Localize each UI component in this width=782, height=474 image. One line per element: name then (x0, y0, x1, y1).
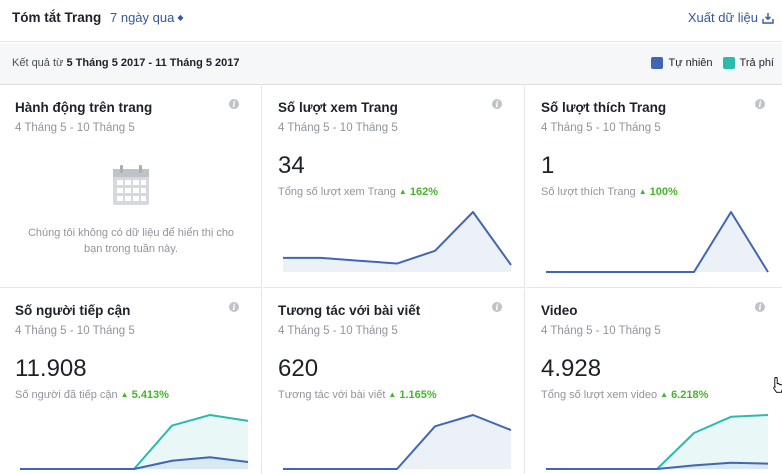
metric-value: 1 (541, 152, 555, 179)
paid-area (546, 415, 768, 469)
calendar-icon (113, 165, 149, 205)
sparkline-chart (546, 211, 769, 273)
paid-swatch (722, 57, 735, 69)
sparkline-chart (20, 414, 249, 470)
legend-organic-label: Tự nhiên (668, 57, 713, 69)
metric-value: 620 (278, 355, 319, 382)
change-value: 5.413% (131, 389, 169, 401)
card-page-actions[interactable]: Hành động trên trang i 4 Tháng 5 - 10 Th… (0, 86, 262, 288)
export-data-link[interactable]: Xuất dữ liệu (688, 10, 774, 25)
organic-area (546, 212, 768, 272)
insights-grid: Hành động trên trang i 4 Tháng 5 - 10 Th… (0, 86, 782, 474)
card-title: Tương tác với bài viết (278, 303, 421, 318)
sparkline-chart (283, 211, 512, 272)
card-title: Hành động trên trang (15, 100, 153, 115)
card-date: 4 Tháng 5 - 10 Tháng 5 (278, 122, 398, 134)
up-arrow-icon: ▲ (638, 187, 647, 196)
change-value: 162% (409, 186, 439, 198)
result-dates: 5 Tháng 5 2017 - 11 Tháng 5 2017 (66, 57, 240, 69)
date-range-dropdown[interactable]: 7 ngày qua ◆ (110, 10, 184, 25)
card-page-views[interactable]: Số lượt xem Trang i 4 Tháng 5 - 10 Tháng… (263, 86, 525, 288)
metric-subtitle: Tổng số lượt xem video ▲ 6.218% (541, 389, 708, 401)
card-date: 4 Tháng 5 - 10 Tháng 5 (15, 122, 135, 134)
legend-paid-label: Trả phí (739, 57, 774, 69)
change-badge: ▲ 5.413% (121, 389, 169, 401)
metric-sub-label: Tổng số lượt xem Trang (278, 186, 396, 198)
card-title: Video (541, 303, 578, 318)
metric-subtitle: Số người đã tiếp cận ▲ 5.413% (15, 389, 169, 401)
card-date: 4 Tháng 5 - 10 Tháng 5 (541, 122, 661, 134)
metric-subtitle: Số lượt thích Trang ▲ 100% (541, 186, 678, 198)
info-icon[interactable]: i (755, 99, 765, 109)
legend: Tự nhiên Trả phí (641, 57, 774, 69)
card-post-engagement[interactable]: Tương tác với bài viết i 4 Tháng 5 - 10 … (263, 289, 525, 474)
page-summary-header: Tóm tắt Trang 7 ngày qua ◆ Xuất dữ liệu (0, 0, 782, 42)
change-value: 100% (649, 186, 678, 198)
change-badge: ▲ 1.165% (388, 389, 436, 401)
card-page-likes[interactable]: Số lượt thích Trang i 4 Tháng 5 - 10 Thá… (526, 86, 782, 288)
card-title: Số lượt xem Trang (278, 100, 398, 115)
metric-subtitle: Tương tác với bài viết ▲ 1.165% (278, 389, 437, 401)
metric-sub-label: Số người đã tiếp cận (15, 389, 118, 401)
organic-area (20, 457, 248, 469)
result-prefix: Kết quả từ (12, 57, 64, 69)
up-arrow-icon: ▲ (398, 187, 407, 196)
card-title: Số lượt thích Trang (541, 100, 667, 115)
metric-value: 11.908 (15, 355, 87, 382)
result-range-bar: Kết quả từ 5 Tháng 5 2017 - 11 Tháng 5 2… (0, 43, 782, 85)
sparkline-chart (546, 414, 769, 470)
info-icon[interactable]: i (492, 302, 502, 312)
metric-subtitle: Tổng số lượt xem Trang ▲ 162% (278, 186, 438, 198)
info-icon[interactable]: i (492, 99, 502, 109)
metric-value: 34 (278, 152, 305, 179)
export-label: Xuất dữ liệu (687, 10, 758, 25)
no-data-message: Chúng tôi không có dữ liệu để hiển thị c… (27, 227, 235, 255)
card-date: 4 Tháng 5 - 10 Tháng 5 (541, 325, 661, 337)
card-reach[interactable]: Số người tiếp cận i 4 Tháng 5 - 10 Tháng… (0, 289, 262, 474)
change-value: 6.218% (671, 389, 709, 401)
change-value: 1.165% (399, 389, 437, 401)
change-badge: ▲ 100% (639, 186, 678, 198)
info-icon[interactable]: i (229, 99, 239, 109)
organic-area (283, 415, 511, 469)
up-arrow-icon: ▲ (388, 390, 397, 399)
metric-sub-label: Tương tác với bài viết (278, 389, 386, 401)
page-title: Tóm tắt Trang (12, 10, 102, 25)
up-arrow-icon: ▲ (660, 390, 668, 399)
metric-sub-label: Tổng số lượt xem video (541, 389, 658, 401)
result-range: Kết quả từ 5 Tháng 5 2017 - 11 Tháng 5 2… (12, 57, 240, 69)
card-date: 4 Tháng 5 - 10 Tháng 5 (15, 325, 135, 337)
info-icon[interactable]: i (755, 302, 765, 312)
card-video[interactable]: Video i 4 Tháng 5 - 10 Tháng 5 4.928 Tổn… (526, 289, 782, 474)
info-icon[interactable]: i (229, 302, 239, 312)
sparkline-chart (283, 414, 512, 470)
legend-organic: Tự nhiên (651, 57, 713, 69)
legend-paid: Trả phí (722, 57, 774, 69)
card-date: 4 Tháng 5 - 10 Tháng 5 (278, 325, 398, 337)
organic-swatch (651, 57, 664, 69)
change-badge: ▲ 162% (399, 186, 438, 198)
hand-cursor-icon (773, 377, 782, 393)
up-arrow-icon: ▲ (120, 390, 129, 399)
metric-value: 4.928 (541, 355, 602, 382)
date-range-label: 7 ngày qua (110, 10, 175, 25)
change-badge: ▲ 6.218% (660, 389, 708, 401)
card-title: Số người tiếp cận (15, 303, 131, 318)
metric-sub-label: Số lượt thích Trang (541, 186, 636, 198)
chevron-down-icon: ◆ (177, 13, 184, 22)
download-icon (762, 13, 774, 24)
